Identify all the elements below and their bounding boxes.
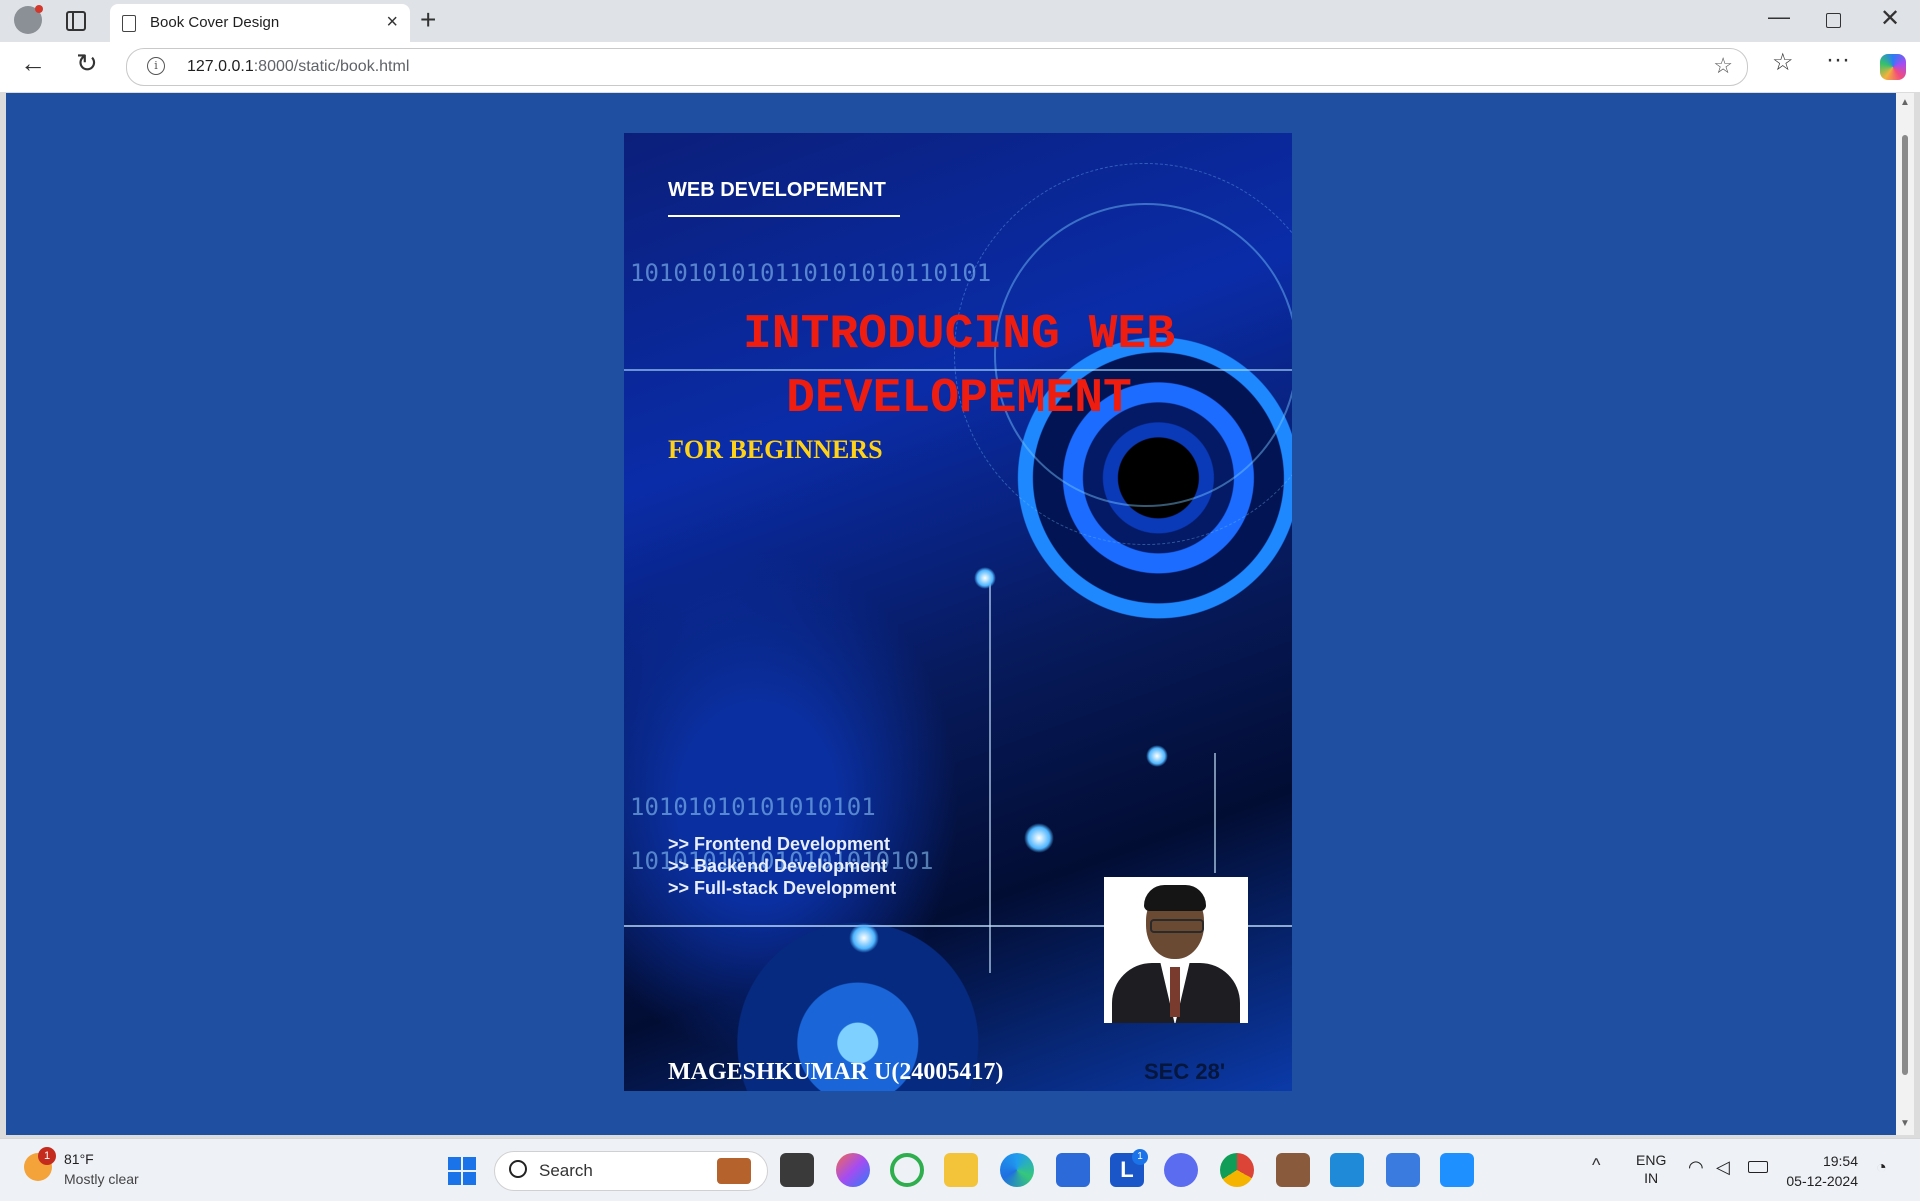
tab-book-cover[interactable]: Book Cover Design × [110,4,410,42]
book-subtitle: FOR BEGINNERS [668,435,883,464]
circuit-line [1214,753,1216,873]
window-close-icon[interactable]: ✕ [1880,4,1900,33]
binary-pattern: 1010101010110101010110101 [630,259,992,287]
book-title-line-2: DEVELOPEMENT [786,372,1132,426]
favorites-icon[interactable]: ☆ [1772,48,1794,77]
back-icon[interactable]: ← [20,48,46,79]
vscode-icon[interactable] [1330,1153,1364,1187]
author-photo [1104,877,1248,1023]
taskbar: 1 81°F Mostly clear Search L 1 ^ ENG IN … [0,1138,1920,1201]
show-hidden-icons[interactable]: ^ [1592,1155,1600,1176]
notification-bell-icon[interactable]: ◔ [1876,1157,1887,1178]
binary-pattern: 10101010101010101 [630,793,876,821]
store-icon[interactable] [1056,1153,1090,1187]
paint-icon[interactable] [1440,1153,1474,1187]
file-explorer-icon[interactable] [944,1153,978,1187]
favorite-star-icon[interactable]: ☆ [1713,53,1733,79]
windows-start-icon[interactable] [448,1157,476,1185]
system-clock[interactable]: 19:54 05-12-2024 [1782,1151,1858,1191]
light-glow [1024,823,1054,853]
url-path: :8000/static/book.html [253,58,410,75]
tab-actions-icon[interactable] [66,11,86,31]
scroll-thumb[interactable] [1902,135,1908,1075]
photo-tie [1170,967,1180,1017]
weather-badge: 1 [38,1147,56,1165]
more-options-icon[interactable]: ··· [1826,46,1850,74]
photo-glasses [1150,919,1204,933]
task-view-icon[interactable] [780,1153,814,1187]
volume-icon[interactable]: ◁ [1716,1157,1730,1178]
search-label: Search [539,1161,593,1180]
search-icon [509,1160,527,1178]
clock-date: 05-12-2024 [1786,1173,1858,1189]
book-title-line-1: INTRODUCING WEB [742,308,1176,362]
light-glow [849,923,879,953]
restore-icon[interactable] [1826,13,1841,28]
language-code: ENG [1636,1152,1667,1168]
series-title: WEB DEVELOPEMENT [668,179,886,201]
refresh-app-icon[interactable] [890,1153,924,1187]
series-underline [668,215,900,217]
topic-item: >> Frontend Development [668,834,891,854]
book-cover: 1010101010110101010110101 10101010101010… [624,133,1292,1091]
section-label: SEC 28' [1144,1059,1226,1084]
scroll-down-icon[interactable]: ▼ [1900,1118,1910,1129]
clock-time: 19:54 [1822,1153,1858,1169]
chrome-icon[interactable] [1220,1153,1254,1187]
app-notification-badge: 1 [1132,1149,1148,1165]
copilot-app-icon[interactable] [836,1153,870,1187]
circuit-line [989,573,991,973]
battery-icon[interactable] [1748,1161,1768,1173]
reload-icon[interactable]: ↻ [76,48,98,79]
topic-list: >> Frontend Development >> Backend Devel… [668,833,896,899]
browser-toolbar: ← ↻ i 127.0.0.1:8000/static/book.html ☆ … [0,42,1920,92]
url-text[interactable]: 127.0.0.1:8000/static/book.html [187,58,409,76]
site-info-icon[interactable]: i [147,57,165,75]
weather-description[interactable]: Mostly clear [64,1171,139,1187]
light-glow [974,567,996,589]
new-tab-icon[interactable]: + [420,4,436,36]
weather-temperature[interactable]: 81°F [64,1151,94,1167]
edge-icon[interactable] [1000,1153,1034,1187]
topic-item: >> Full-stack Development [668,878,897,898]
author-name: MAGESHKUMAR U(24005417) [668,1059,1004,1085]
search-highlight-icon [717,1158,751,1184]
region-code: IN [1644,1170,1659,1186]
page-viewport: 1010101010110101010110101 10101010101010… [6,93,1896,1135]
copilot-icon[interactable] [1880,54,1906,80]
light-glow [1146,745,1168,767]
tab-title: Book Cover Design [150,14,280,31]
scroll-up-icon[interactable]: ▲ [1900,97,1910,108]
vertical-scrollbar[interactable]: ▲ ▼ [1896,93,1914,1135]
topic-item: >> Backend Development [668,856,888,876]
language-indicator[interactable]: ENG IN [1636,1151,1666,1187]
minimize-icon[interactable]: — [1768,4,1790,30]
browser-tab-strip: Book Cover Design × + — ✕ [0,0,1920,42]
page-icon [122,15,136,32]
book-title: INTRODUCING WEB DEVELOPEMENT [654,303,1264,431]
photo-hair [1144,885,1206,911]
notepad-icon[interactable] [1386,1153,1420,1187]
profile-icon[interactable] [14,5,43,34]
address-bar[interactable]: i 127.0.0.1:8000/static/book.html ☆ [126,48,1748,86]
url-host: 127.0.0.1 [187,58,254,75]
triangle-app-icon[interactable] [1164,1153,1198,1187]
taskbar-search[interactable]: Search [494,1151,768,1191]
photo-app-icon[interactable] [1276,1153,1310,1187]
close-tab-icon[interactable]: × [386,11,398,34]
wifi-icon[interactable]: ◠ [1688,1157,1704,1178]
